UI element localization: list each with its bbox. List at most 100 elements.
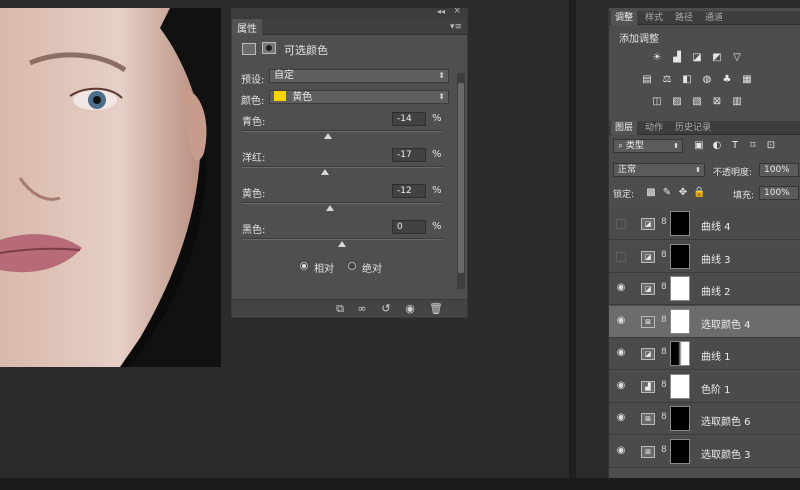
eye-icon[interactable]: ◉ bbox=[614, 445, 628, 457]
filter-shape-icon[interactable]: ⌑ bbox=[747, 140, 759, 152]
reset-icon[interactable]: ↺ bbox=[378, 302, 394, 316]
link-icon[interactable]: 8 bbox=[661, 315, 667, 325]
tab-paths[interactable]: 路径 bbox=[671, 11, 697, 25]
link-icon[interactable]: 8 bbox=[661, 217, 667, 227]
tab-adjustments[interactable]: 调整 bbox=[611, 11, 638, 25]
brightness-icon[interactable]: ☀ bbox=[651, 52, 663, 64]
tab-styles[interactable]: 样式 bbox=[641, 11, 667, 25]
layer-mask-thumbnail[interactable] bbox=[670, 211, 690, 236]
view-previous-icon[interactable]: ∞ bbox=[354, 302, 370, 316]
curves-icon[interactable]: ◪ bbox=[691, 52, 703, 64]
link-icon[interactable]: 8 bbox=[661, 412, 667, 422]
trash-icon[interactable]: 🗑 bbox=[428, 302, 444, 316]
lock-transparent-icon[interactable]: ▩ bbox=[645, 187, 657, 199]
gradient-map-icon[interactable]: ▥ bbox=[731, 96, 743, 108]
invert-icon[interactable]: ◫ bbox=[651, 96, 663, 108]
visibility-eye-icon[interactable]: ◉ bbox=[402, 302, 418, 316]
levels-icon[interactable]: ▟ bbox=[671, 52, 683, 64]
color-select[interactable]: 黄色 ⬍ bbox=[269, 90, 449, 104]
filter-smart-object-icon[interactable]: ⊡ bbox=[765, 140, 777, 152]
layer-mask-thumbnail[interactable] bbox=[670, 373, 690, 399]
slider-thumb[interactable] bbox=[321, 169, 329, 175]
layer-row[interactable]: ◉ ⊠ 8 选取颜色 4 bbox=[609, 305, 800, 338]
link-icon[interactable]: 8 bbox=[661, 380, 667, 390]
link-icon[interactable]: 8 bbox=[661, 282, 667, 292]
slider-value-input[interactable]: -17 bbox=[392, 148, 426, 162]
eye-icon[interactable]: ◉ bbox=[614, 412, 628, 424]
lock-pixels-icon[interactable]: ✎ bbox=[661, 187, 673, 199]
panel-footer: ⧉ ∞ ↺ ◉ 🗑 bbox=[232, 299, 467, 317]
link-icon[interactable]: 8 bbox=[661, 445, 667, 455]
slider-value-input[interactable]: -12 bbox=[392, 184, 426, 198]
black-white-icon[interactable]: ◧ bbox=[681, 74, 693, 86]
slider-track[interactable] bbox=[242, 202, 442, 204]
tab-actions[interactable]: 动作 bbox=[641, 121, 667, 135]
hue-saturation-icon[interactable]: ▤ bbox=[641, 74, 653, 86]
blend-mode-select[interactable]: 正常 ⬍ bbox=[613, 163, 705, 177]
slider-track[interactable] bbox=[242, 166, 442, 168]
link-icon[interactable]: 8 bbox=[661, 250, 667, 260]
opacity-input[interactable]: 100% bbox=[759, 163, 799, 177]
preset-select[interactable]: 自定 ⬍ bbox=[269, 69, 449, 83]
channel-mixer-icon[interactable]: ♣ bbox=[721, 74, 733, 86]
layer-row[interactable]: ◪ 8 曲线 3 bbox=[609, 240, 800, 273]
selective-color-icon[interactable]: ⊠ bbox=[711, 96, 723, 108]
slider-track[interactable] bbox=[242, 130, 442, 132]
posterize-icon[interactable]: ▨ bbox=[671, 96, 683, 108]
color-lookup-icon[interactable]: ▦ bbox=[741, 74, 753, 86]
visibility-toggle[interactable] bbox=[616, 219, 626, 229]
layer-row[interactable]: ◉ ⊠ 8 选取颜色 6 bbox=[609, 403, 800, 435]
layer-mask-thumbnail[interactable] bbox=[670, 276, 690, 301]
clip-to-layer-icon[interactable]: ⧉ bbox=[332, 302, 348, 316]
slider-thumb[interactable] bbox=[338, 241, 346, 247]
tab-channels[interactable]: 通道 bbox=[701, 11, 727, 25]
layer-row[interactable]: ◉ ◪ 8 曲线 2 bbox=[609, 273, 800, 305]
visibility-toggle[interactable] bbox=[616, 251, 626, 262]
close-icon[interactable]: × bbox=[453, 6, 461, 16]
tab-history[interactable]: 历史记录 bbox=[671, 121, 715, 135]
link-icon[interactable]: 8 bbox=[661, 347, 667, 357]
panel-menu-icon[interactable]: ▾≡ bbox=[450, 22, 462, 32]
slider-value-input[interactable]: -14 bbox=[392, 112, 426, 126]
fill-input[interactable]: 100% bbox=[759, 186, 799, 200]
lock-position-icon[interactable]: ✥ bbox=[677, 187, 689, 199]
eye-icon[interactable]: ◉ bbox=[614, 380, 628, 392]
collapse-icon[interactable]: ◂◂ bbox=[437, 7, 445, 16]
slider-value-input[interactable]: 0 bbox=[392, 220, 426, 234]
lock-all-icon[interactable]: 🔒 bbox=[693, 187, 705, 199]
tab-properties[interactable]: 属性 bbox=[232, 19, 262, 35]
filter-pixel-icon[interactable]: ▣ bbox=[693, 140, 705, 152]
exposure-icon[interactable]: ◩ bbox=[711, 52, 723, 64]
photo-filter-icon[interactable]: ◍ bbox=[701, 74, 713, 86]
layer-row[interactable]: ◉ ⊠ 8 选取颜色 3 bbox=[609, 435, 800, 468]
layer-mask-thumbnail[interactable] bbox=[670, 308, 690, 334]
tab-layers[interactable]: 图层 bbox=[611, 121, 638, 135]
document-canvas-image[interactable] bbox=[0, 8, 221, 367]
slider-label: 黑色: bbox=[242, 225, 266, 236]
threshold-icon[interactable]: ▧ bbox=[691, 96, 703, 108]
slider-thumb[interactable] bbox=[324, 133, 332, 139]
layer-row[interactable]: ◉ ▟ 8 色阶 1 bbox=[609, 370, 800, 403]
layer-mask-thumbnail[interactable] bbox=[670, 341, 690, 366]
layer-filter-select[interactable]: ⌕ 类型 ⬍ bbox=[613, 139, 683, 153]
layer-row[interactable]: ◪ 8 曲线 4 bbox=[609, 208, 800, 240]
filter-type-icon[interactable]: T bbox=[729, 140, 741, 152]
eye-icon[interactable]: ◉ bbox=[614, 315, 628, 327]
vibrance-icon[interactable]: ▽ bbox=[731, 52, 743, 64]
slider-track[interactable] bbox=[242, 238, 442, 240]
panel-scrollbar[interactable] bbox=[457, 73, 465, 289]
scrollbar-thumb[interactable] bbox=[458, 83, 464, 273]
layer-row[interactable]: ◉ ◪ 8 曲线 1 bbox=[609, 338, 800, 370]
panel-titlebar[interactable]: ◂◂ × bbox=[232, 6, 467, 19]
absolute-radio[interactable] bbox=[348, 262, 356, 270]
eye-icon[interactable]: ◉ bbox=[614, 347, 628, 359]
layer-mask-thumbnail[interactable] bbox=[670, 243, 690, 269]
layer-mask-thumbnail[interactable] bbox=[670, 438, 690, 464]
mask-icon[interactable] bbox=[262, 42, 276, 54]
slider-thumb[interactable] bbox=[326, 205, 334, 211]
color-balance-icon[interactable]: ⚖ bbox=[661, 74, 673, 86]
layer-mask-thumbnail[interactable] bbox=[670, 406, 690, 431]
filter-adjustment-icon[interactable]: ◐ bbox=[711, 140, 723, 152]
relative-radio[interactable] bbox=[300, 262, 308, 270]
eye-icon[interactable]: ◉ bbox=[614, 282, 628, 294]
